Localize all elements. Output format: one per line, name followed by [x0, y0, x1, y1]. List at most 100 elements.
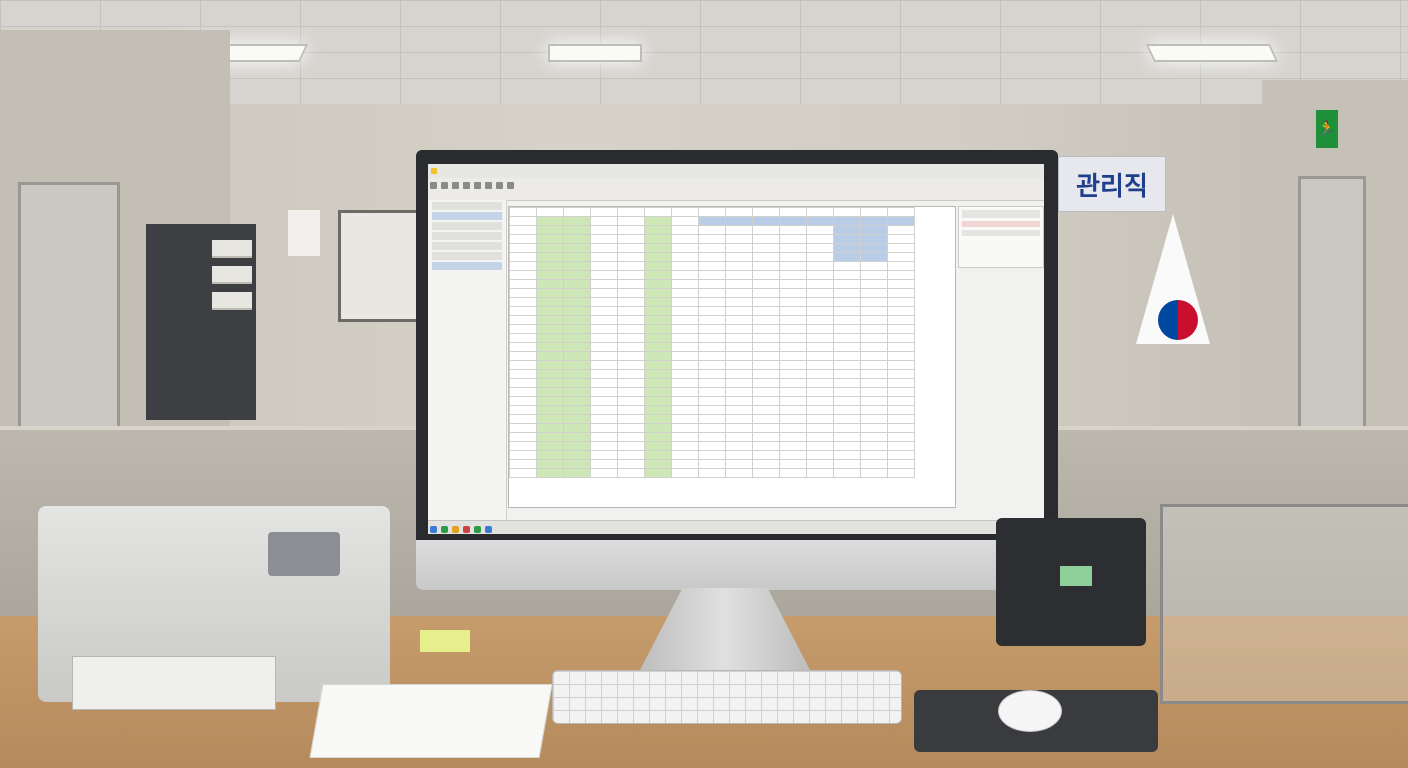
table-cell[interactable] — [509, 396, 537, 406]
table-cell[interactable] — [698, 387, 726, 397]
table-cell[interactable] — [698, 216, 726, 226]
table-cell[interactable] — [725, 459, 753, 469]
table-cell[interactable] — [806, 324, 834, 334]
table-cell[interactable] — [779, 225, 807, 235]
table-cell[interactable] — [590, 279, 618, 289]
table-cell[interactable] — [644, 207, 672, 217]
table-cell[interactable] — [671, 261, 699, 271]
table-cell[interactable] — [536, 351, 564, 361]
table-cell[interactable] — [752, 414, 780, 424]
table-cell[interactable] — [563, 432, 591, 442]
table-cell[interactable] — [752, 297, 780, 307]
table-cell[interactable] — [590, 378, 618, 388]
table-cell[interactable] — [536, 369, 564, 379]
table-cell[interactable] — [671, 324, 699, 334]
table-cell[interactable] — [752, 216, 780, 226]
table-cell[interactable] — [509, 270, 537, 280]
table-cell[interactable] — [833, 342, 861, 352]
table-cell[interactable] — [536, 297, 564, 307]
table-cell[interactable] — [644, 387, 672, 397]
table-cell[interactable] — [860, 432, 888, 442]
table-cell[interactable] — [725, 297, 753, 307]
table-cell[interactable] — [833, 369, 861, 379]
table-cell[interactable] — [536, 432, 564, 442]
table-cell[interactable] — [779, 459, 807, 469]
table-cell[interactable] — [536, 306, 564, 316]
table-cell[interactable] — [833, 315, 861, 325]
table-cell[interactable] — [806, 261, 834, 271]
table-cell[interactable] — [617, 441, 645, 451]
table-cell[interactable] — [590, 369, 618, 379]
table-cell[interactable] — [617, 405, 645, 415]
table-cell[interactable] — [590, 423, 618, 433]
table-cell[interactable] — [887, 324, 915, 334]
table-cell[interactable] — [806, 279, 834, 289]
table-cell[interactable] — [644, 216, 672, 226]
table-cell[interactable] — [536, 252, 564, 262]
table-cell[interactable] — [779, 378, 807, 388]
table-cell[interactable] — [671, 270, 699, 280]
table-cell[interactable] — [509, 441, 537, 451]
table-cell[interactable] — [563, 387, 591, 397]
table-cell[interactable] — [509, 468, 537, 478]
table-cell[interactable] — [806, 387, 834, 397]
table-cell[interactable] — [725, 414, 753, 424]
toolbar-icon[interactable] — [430, 182, 437, 189]
table-cell[interactable] — [779, 387, 807, 397]
table-cell[interactable] — [509, 432, 537, 442]
table-cell[interactable] — [725, 315, 753, 325]
table-cell[interactable] — [887, 315, 915, 325]
table-cell[interactable] — [860, 279, 888, 289]
table-cell[interactable] — [860, 315, 888, 325]
table-cell[interactable] — [563, 225, 591, 235]
table-cell[interactable] — [752, 234, 780, 244]
table-cell[interactable] — [671, 369, 699, 379]
table-cell[interactable] — [536, 396, 564, 406]
table-cell[interactable] — [536, 405, 564, 415]
table-cell[interactable] — [725, 324, 753, 334]
table-cell[interactable] — [563, 441, 591, 451]
table-cell[interactable] — [671, 216, 699, 226]
table-cell[interactable] — [698, 333, 726, 343]
table-cell[interactable] — [617, 468, 645, 478]
table-cell[interactable] — [887, 378, 915, 388]
table-cell[interactable] — [563, 234, 591, 244]
table-cell[interactable] — [806, 342, 834, 352]
table-cell[interactable] — [833, 234, 861, 244]
table-cell[interactable] — [563, 297, 591, 307]
table-cell[interactable] — [779, 405, 807, 415]
table-cell[interactable] — [617, 288, 645, 298]
table-cell[interactable] — [806, 234, 834, 244]
table-cell[interactable] — [563, 261, 591, 271]
table-cell[interactable] — [644, 450, 672, 460]
table-cell[interactable] — [725, 468, 753, 478]
table-cell[interactable] — [833, 450, 861, 460]
table-cell[interactable] — [509, 324, 537, 334]
table-cell[interactable] — [698, 423, 726, 433]
table-cell[interactable] — [725, 252, 753, 262]
table-cell[interactable] — [752, 387, 780, 397]
table-cell[interactable] — [698, 414, 726, 424]
table-cell[interactable] — [860, 459, 888, 469]
table-cell[interactable] — [860, 297, 888, 307]
table-cell[interactable] — [644, 333, 672, 343]
table-cell[interactable] — [617, 243, 645, 253]
table-cell[interactable] — [833, 261, 861, 271]
table-cell[interactable] — [806, 252, 834, 262]
table-cell[interactable] — [563, 288, 591, 298]
table-cell[interactable] — [887, 441, 915, 451]
table-cell[interactable] — [806, 396, 834, 406]
table-cell[interactable] — [698, 243, 726, 253]
table-cell[interactable] — [887, 423, 915, 433]
table-cell[interactable] — [752, 279, 780, 289]
table-cell[interactable] — [671, 387, 699, 397]
table-cell[interactable] — [509, 252, 537, 262]
table-cell[interactable] — [536, 279, 564, 289]
table-cell[interactable] — [509, 459, 537, 469]
table-cell[interactable] — [698, 324, 726, 334]
table-cell[interactable] — [779, 414, 807, 424]
table-cell[interactable] — [644, 243, 672, 253]
table-cell[interactable] — [698, 351, 726, 361]
table-cell[interactable] — [671, 360, 699, 370]
table-cell[interactable] — [509, 450, 537, 460]
